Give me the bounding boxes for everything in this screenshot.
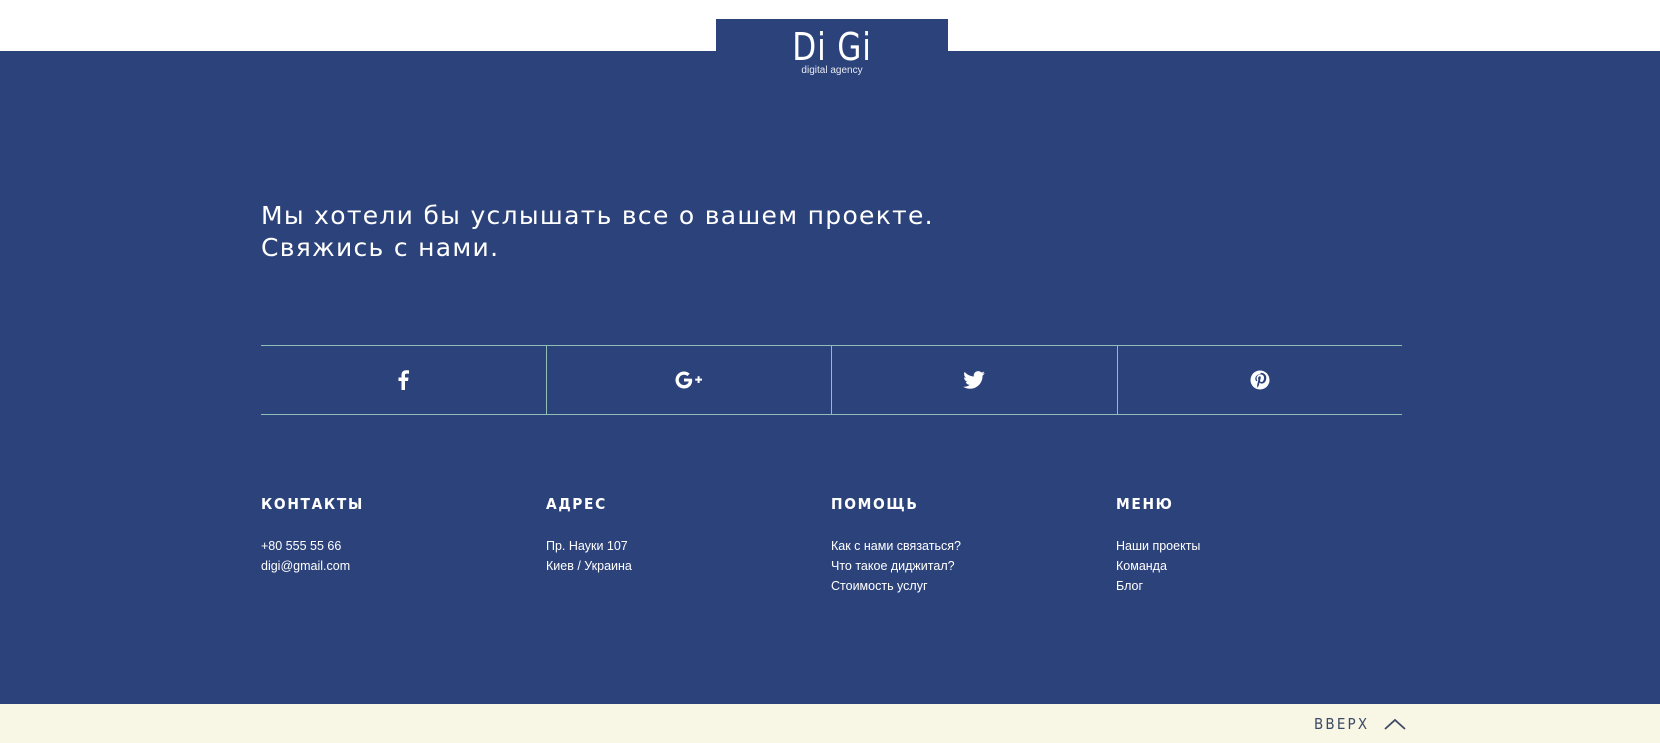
menu-column: МЕНЮ Наши проекты Команда Блог xyxy=(1116,494,1401,596)
google-plus-link[interactable] xyxy=(545,346,832,414)
email-link[interactable]: digi@gmail.com xyxy=(261,556,546,576)
chevron-up-icon xyxy=(1384,718,1406,730)
twitter-link[interactable] xyxy=(831,346,1117,414)
help-link-pricing[interactable]: Стоимость услуг xyxy=(831,576,1116,596)
address-heading: АДРЕС xyxy=(546,495,607,513)
address-column: АДРЕС Пр. Науки 107 Киев / Украина xyxy=(546,494,831,596)
contacts-heading: КОНТАКТЫ xyxy=(261,495,364,513)
help-heading: ПОМОЩЬ xyxy=(831,495,919,513)
menu-link-blog[interactable]: Блог xyxy=(1116,576,1401,596)
page: Di Gi digital agency Мы хотели бы услыша… xyxy=(0,0,1660,743)
help-column: ПОМОЩЬ Как с нами связаться? Что такое д… xyxy=(831,494,1116,596)
back-to-top-label: ВВЕРХ xyxy=(1314,714,1370,733)
menu-link-projects[interactable]: Наши проекты xyxy=(1116,536,1401,556)
logo[interactable]: Di Gi digital agency xyxy=(716,19,948,84)
address-street: Пр. Науки 107 xyxy=(546,539,628,553)
back-to-top-button[interactable]: ВВЕРХ xyxy=(1314,704,1407,743)
facebook-link[interactable] xyxy=(261,346,546,414)
headline-line-2: Свяжись с нами. xyxy=(261,233,500,262)
google-plus-icon xyxy=(675,371,702,389)
headline-line-1: Мы хотели бы услышать все о вашем проект… xyxy=(261,201,934,230)
bottom-bar: ВВЕРХ xyxy=(0,704,1660,743)
footer-columns: КОНТАКТЫ +80 555 55 66 digi@gmail.com АД… xyxy=(261,494,1402,596)
phone-link[interactable]: +80 555 55 66 xyxy=(261,536,546,556)
pinterest-link[interactable] xyxy=(1116,346,1403,414)
contacts-column: КОНТАКТЫ +80 555 55 66 digi@gmail.com xyxy=(261,494,546,596)
twitter-icon xyxy=(963,371,986,389)
contact-headline: Мы хотели бы услышать все о вашем проект… xyxy=(261,200,1161,264)
facebook-icon xyxy=(398,370,410,390)
help-link-digital[interactable]: Что такое диджитал? xyxy=(831,556,1116,576)
social-links xyxy=(261,345,1402,415)
logo-title: Di Gi xyxy=(792,25,872,69)
pinterest-icon xyxy=(1250,370,1270,390)
address-city: Киев / Украина xyxy=(546,559,632,573)
menu-heading: МЕНЮ xyxy=(1116,495,1174,513)
menu-link-team[interactable]: Команда xyxy=(1116,556,1401,576)
help-link-contact[interactable]: Как с нами связаться? xyxy=(831,536,1116,556)
